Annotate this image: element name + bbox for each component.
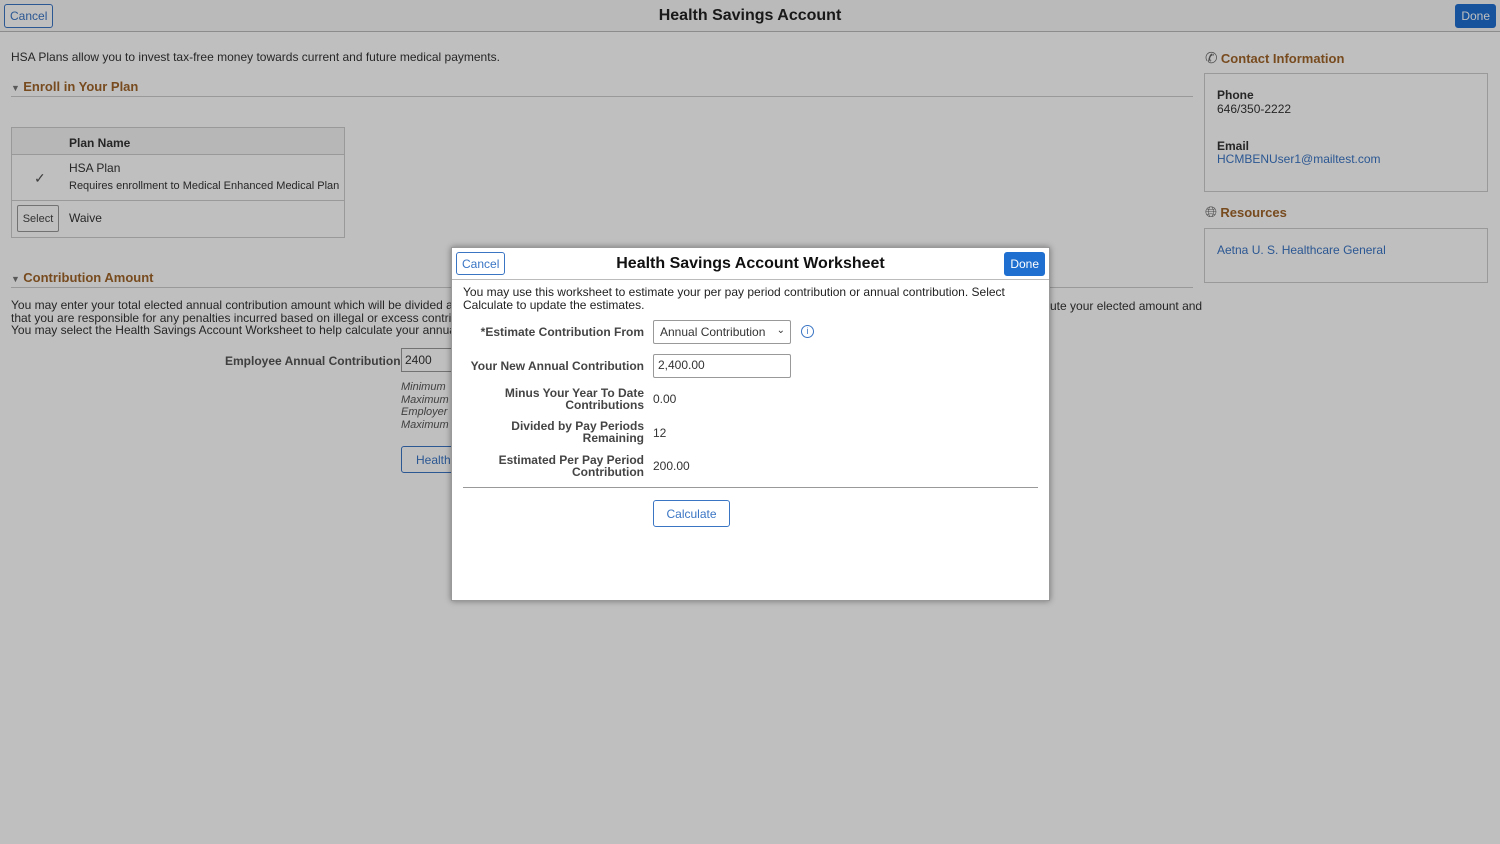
- modal-description: You may use this worksheet to estimate y…: [463, 285, 1005, 312]
- calculate-button[interactable]: Calculate: [653, 500, 730, 527]
- divider: [463, 487, 1038, 488]
- estimate-from-value: Annual Contribution: [660, 325, 766, 339]
- ytd-value: 0.00: [653, 392, 677, 406]
- modal-done-button[interactable]: Done: [1004, 252, 1045, 276]
- estimate-from-select[interactable]: Annual Contribution ⌄: [653, 320, 791, 344]
- label-line: Contributions: [565, 398, 644, 412]
- label-line: Remaining: [582, 431, 644, 445]
- estimate-from-label: *Estimate Contribution From: [480, 325, 644, 339]
- modal-header: Cancel Health Savings Account Worksheet …: [452, 248, 1049, 280]
- hsa-worksheet-modal: Cancel Health Savings Account Worksheet …: [451, 247, 1050, 601]
- new-annual-label: Your New Annual Contribution: [470, 359, 644, 373]
- info-icon[interactable]: i: [801, 325, 814, 338]
- label-line: Contribution: [572, 465, 644, 479]
- new-annual-input[interactable]: 2,400.00: [653, 354, 791, 378]
- periods-value: 12: [653, 426, 667, 440]
- periods-label: Divided by Pay Periods Remaining: [511, 420, 644, 444]
- per-period-label: Estimated Per Pay Period Contribution: [499, 454, 644, 478]
- per-period-value: 200.00: [653, 459, 690, 473]
- chevron-down-icon: ⌄: [776, 325, 785, 336]
- modal-title: Health Savings Account Worksheet: [616, 255, 885, 272]
- ytd-label: Minus Your Year To Date Contributions: [505, 387, 644, 411]
